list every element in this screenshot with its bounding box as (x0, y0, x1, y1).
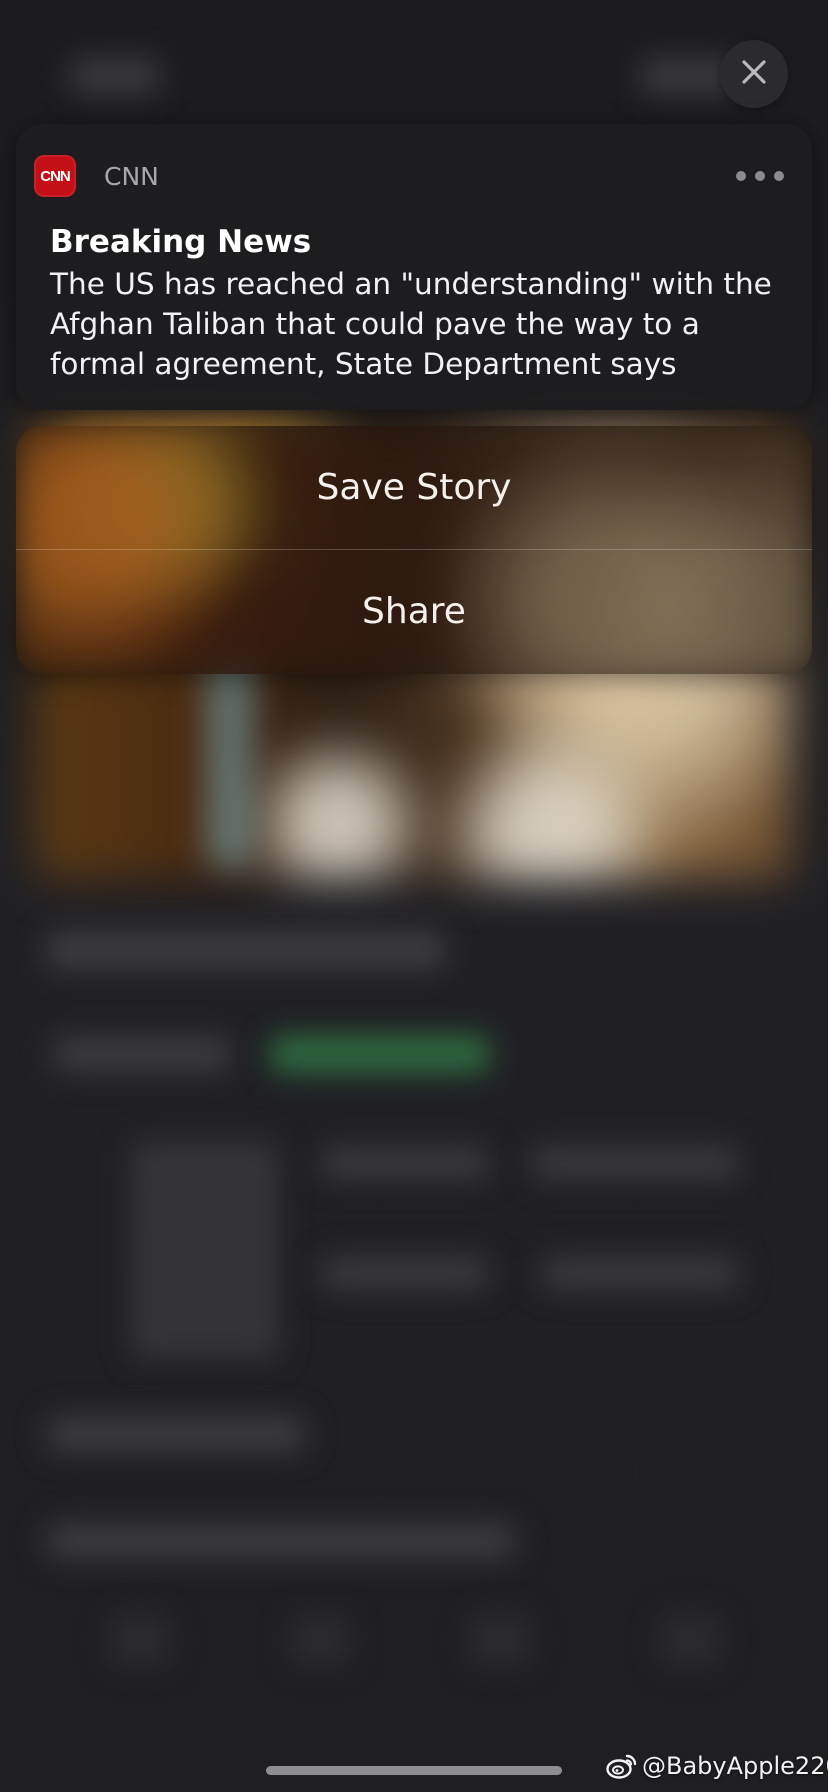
home-indicator[interactable] (266, 1766, 562, 1775)
weibo-icon (606, 1752, 638, 1780)
blurred-table-cell (320, 1255, 490, 1291)
notification-card[interactable]: CNN CNN Breaking News The US has reached… (16, 124, 812, 410)
cnn-logo-text: CNN (40, 167, 70, 185)
blurred-text-line (46, 930, 446, 970)
blurred-green-bar (270, 1035, 490, 1073)
cnn-app-icon: CNN (34, 155, 76, 197)
share-button[interactable]: Share (16, 550, 812, 673)
watermark: @BabyApple220 (606, 1752, 828, 1780)
notification-actions: Save Story Share (16, 426, 812, 674)
blurred-tab-item (470, 1615, 530, 1665)
notification-title: Breaking News (50, 224, 312, 260)
more-icon (736, 171, 784, 181)
more-options-button[interactable] (734, 161, 786, 191)
blurred-tab-item (290, 1615, 350, 1665)
blurred-table-block (130, 1140, 280, 1360)
blurred-table-cell (540, 1255, 740, 1291)
blurred-table-cell (530, 1145, 740, 1181)
blurred-text-line (46, 1522, 516, 1560)
blurred-table-cell (320, 1145, 490, 1181)
blurred-text-line (52, 1035, 232, 1073)
save-story-button[interactable]: Save Story (16, 426, 812, 549)
watermark-text: @BabyApple220 (642, 1752, 828, 1780)
blurred-text-line (46, 1415, 306, 1453)
notification-header: CNN CNN (34, 154, 786, 198)
notification-body: The US has reached an "understanding" wi… (50, 267, 772, 381)
blurred-header-left (70, 58, 160, 94)
close-button[interactable] (720, 40, 788, 108)
blurred-tab-item (110, 1615, 170, 1665)
blurred-tab-item (660, 1615, 720, 1665)
close-icon (740, 58, 768, 90)
app-name: CNN (104, 161, 159, 191)
